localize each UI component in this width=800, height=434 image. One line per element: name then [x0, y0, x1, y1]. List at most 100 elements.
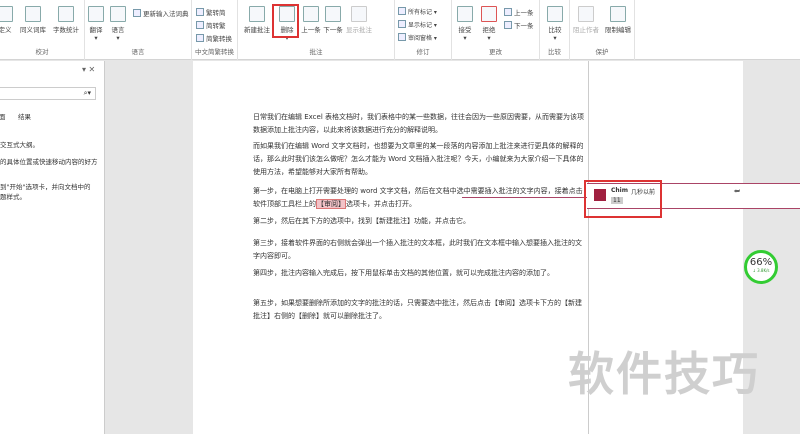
group-label: 中文简繁转换: [195, 48, 234, 56]
label: 审阅窗格: [408, 35, 433, 42]
paragraph: 日常我们在编辑 Excel 表格文档时，我们表格中的某一些数据，往往会因为一些原…: [253, 113, 584, 134]
close-pane-icon[interactable]: ▾ ✕: [82, 65, 95, 74]
label: 显示标记: [408, 22, 433, 29]
show-markup-button[interactable]: 显示标记 ▾: [398, 20, 437, 29]
group-label: 保护: [595, 48, 609, 56]
next-comment-button[interactable]: 下一条: [322, 6, 344, 34]
group-label: 比较: [548, 48, 561, 56]
group-label: 修订: [416, 48, 430, 56]
ribbon: 定义 同义词库 字数统计 校对 翻译 ▾ 语言 ▾ 更新输入法词典 语言 繁转简 简…: [0, 0, 800, 60]
convert-button[interactable]: 简繁转换: [196, 33, 232, 43]
previous-comment-button[interactable]: 上一条: [300, 6, 322, 34]
watermark: 软件技巧: [568, 347, 760, 401]
label: 比较: [548, 26, 562, 34]
text: 选项卡，并点击打开。: [346, 200, 416, 208]
tab-results[interactable]: 结果: [18, 111, 31, 121]
paragraph: 第四步，批注内容输入完成后，按下用鼠标单击文档的其他位置，就可以完成批注内容的添…: [253, 269, 554, 277]
define-icon: [0, 6, 13, 22]
label: 简转繁: [206, 22, 226, 30]
label: 拒绝: [482, 26, 496, 34]
delete-highlight: [272, 4, 299, 38]
label: 阻止作者: [573, 26, 599, 34]
accept-icon: [457, 6, 473, 22]
group-language: 翻译 ▾ 语言 ▾ 更新输入法词典 语言: [85, 0, 192, 60]
label: 接受: [458, 26, 472, 34]
block-authors-icon: [578, 6, 594, 22]
comment-highlight: [584, 180, 662, 218]
word-count-button[interactable]: 字数统计: [50, 6, 82, 34]
compare-icon: [547, 6, 563, 22]
group-comments: 新建批注 删除 ▾ 上一条 下一条 显示批注 批注: [238, 0, 395, 60]
group-label: 更改: [489, 48, 502, 56]
group-chinese-conversion: 繁转简 简转繁 简繁转换 中文简繁转换: [192, 0, 238, 60]
label: 下一条: [323, 26, 343, 34]
trad-to-simp-button[interactable]: 繁转简: [196, 7, 226, 17]
review-pane-button[interactable]: 审阅窗格 ▾: [398, 33, 437, 42]
nav-text: 的具体位置或快速移动内容的好方: [0, 158, 98, 166]
label: 上一条: [301, 26, 321, 34]
gauge-speed: ↓ 3.8K/s: [752, 268, 770, 273]
define-button[interactable]: 定义: [0, 6, 14, 34]
thesaurus-button[interactable]: 同义词库: [17, 6, 49, 34]
compare-button[interactable]: 比较 ▾: [543, 6, 567, 42]
commented-text[interactable]: 【审阅】: [316, 199, 346, 209]
show-comments-icon: [351, 6, 367, 22]
label: 更新输入法词典: [143, 10, 189, 18]
new-comment-icon: [249, 6, 265, 22]
label: 字数统计: [53, 26, 79, 34]
restrict-editing-button[interactable]: 限制编辑: [602, 6, 634, 34]
search-icon: ⌕▾: [83, 89, 91, 97]
tab-headings[interactable]: 面: [0, 111, 6, 121]
label: 显示批注: [346, 26, 372, 34]
trad-simp-icon: [196, 8, 204, 16]
language-icon: [110, 6, 126, 22]
label: 语言: [111, 26, 125, 34]
accept-button[interactable]: 接受 ▾: [454, 6, 476, 42]
paragraph: 第二步，然后在其下方的选项中，找到【新建批注】功能，并点击它。: [253, 217, 470, 225]
translate-icon: [88, 6, 104, 22]
reply-icon[interactable]: ⮨: [733, 187, 740, 196]
new-comment-button[interactable]: 新建批注: [240, 6, 274, 34]
word-count-icon: [58, 6, 74, 22]
language-button[interactable]: 语言 ▾: [107, 6, 129, 42]
show-comments-button[interactable]: 显示批注: [344, 6, 374, 34]
markup-select[interactable]: 所有标记 ▾: [398, 7, 437, 16]
review-pane-icon: [398, 33, 406, 41]
simp-to-trad-button[interactable]: 简转繁: [196, 20, 226, 30]
simp-trad-icon: [196, 21, 204, 29]
thesaurus-icon: [25, 6, 41, 22]
label: 同义词库: [20, 26, 46, 34]
translate-button[interactable]: 翻译 ▾: [85, 6, 107, 42]
convert-icon: [196, 34, 204, 42]
group-tracking: 所有标记 ▾ 显示标记 ▾ 审阅窗格 ▾ 修订: [395, 0, 452, 60]
comment-connector: [462, 197, 587, 198]
label: 繁转简: [206, 9, 226, 17]
network-gauge: 66% ↓ 3.8K/s: [744, 250, 778, 284]
show-markup-icon: [398, 20, 406, 28]
block-authors-button[interactable]: 阻止作者: [571, 6, 601, 34]
previous-change-button[interactable]: 上一条: [504, 7, 534, 17]
search-input[interactable]: ⌕▾: [0, 87, 96, 100]
group-proofing: 定义 同义词库 字数统计 校对: [0, 0, 85, 60]
previous-icon: [303, 6, 319, 22]
label: 定义: [0, 26, 12, 34]
next-icon: [504, 21, 512, 29]
group-changes: 接受 ▾ 拒绝 ▾ 上一条 下一条 更改: [452, 0, 540, 60]
label: 所有标记: [408, 9, 433, 16]
label: 上一条: [514, 9, 534, 17]
group-label: 语言: [131, 48, 145, 56]
navigation-pane: ▾ ✕ ⌕▾ 面 结果 交互式大纲。 的具体位置或快速移动内容的好方 到"开始"…: [0, 61, 105, 434]
group-protect: 阻止作者 限制编辑 保护: [570, 0, 635, 60]
paragraph: 第一步，在电脑上打开需要处理的 word 文字文档，然后在文档中选中需要插入批注…: [253, 185, 588, 211]
paragraph: 而如果我们在编辑 Word 文字文档时，也想要为文章里的某一段落的内容添加上批注…: [253, 142, 584, 176]
reject-button[interactable]: 拒绝 ▾: [478, 6, 500, 42]
label: 下一条: [514, 22, 534, 30]
label: 限制编辑: [605, 26, 631, 34]
update-ime-button[interactable]: 更新输入法词典: [133, 8, 189, 18]
paragraph: 第三步，接着软件界面的右侧就会弹出一个插入批注的文本框，此时我们在文本框中输入想…: [253, 239, 582, 260]
dictionary-icon: [133, 9, 141, 17]
nav-text: 到"开始"选项卡，并向文档中的: [0, 183, 91, 191]
paragraph: 第五步，如果想要删除所添加的文字的批注的话，只需要选中批注，然后点击【审阅】选项…: [253, 299, 582, 320]
next-change-button[interactable]: 下一条: [504, 20, 534, 30]
label: 翻译: [89, 26, 103, 34]
